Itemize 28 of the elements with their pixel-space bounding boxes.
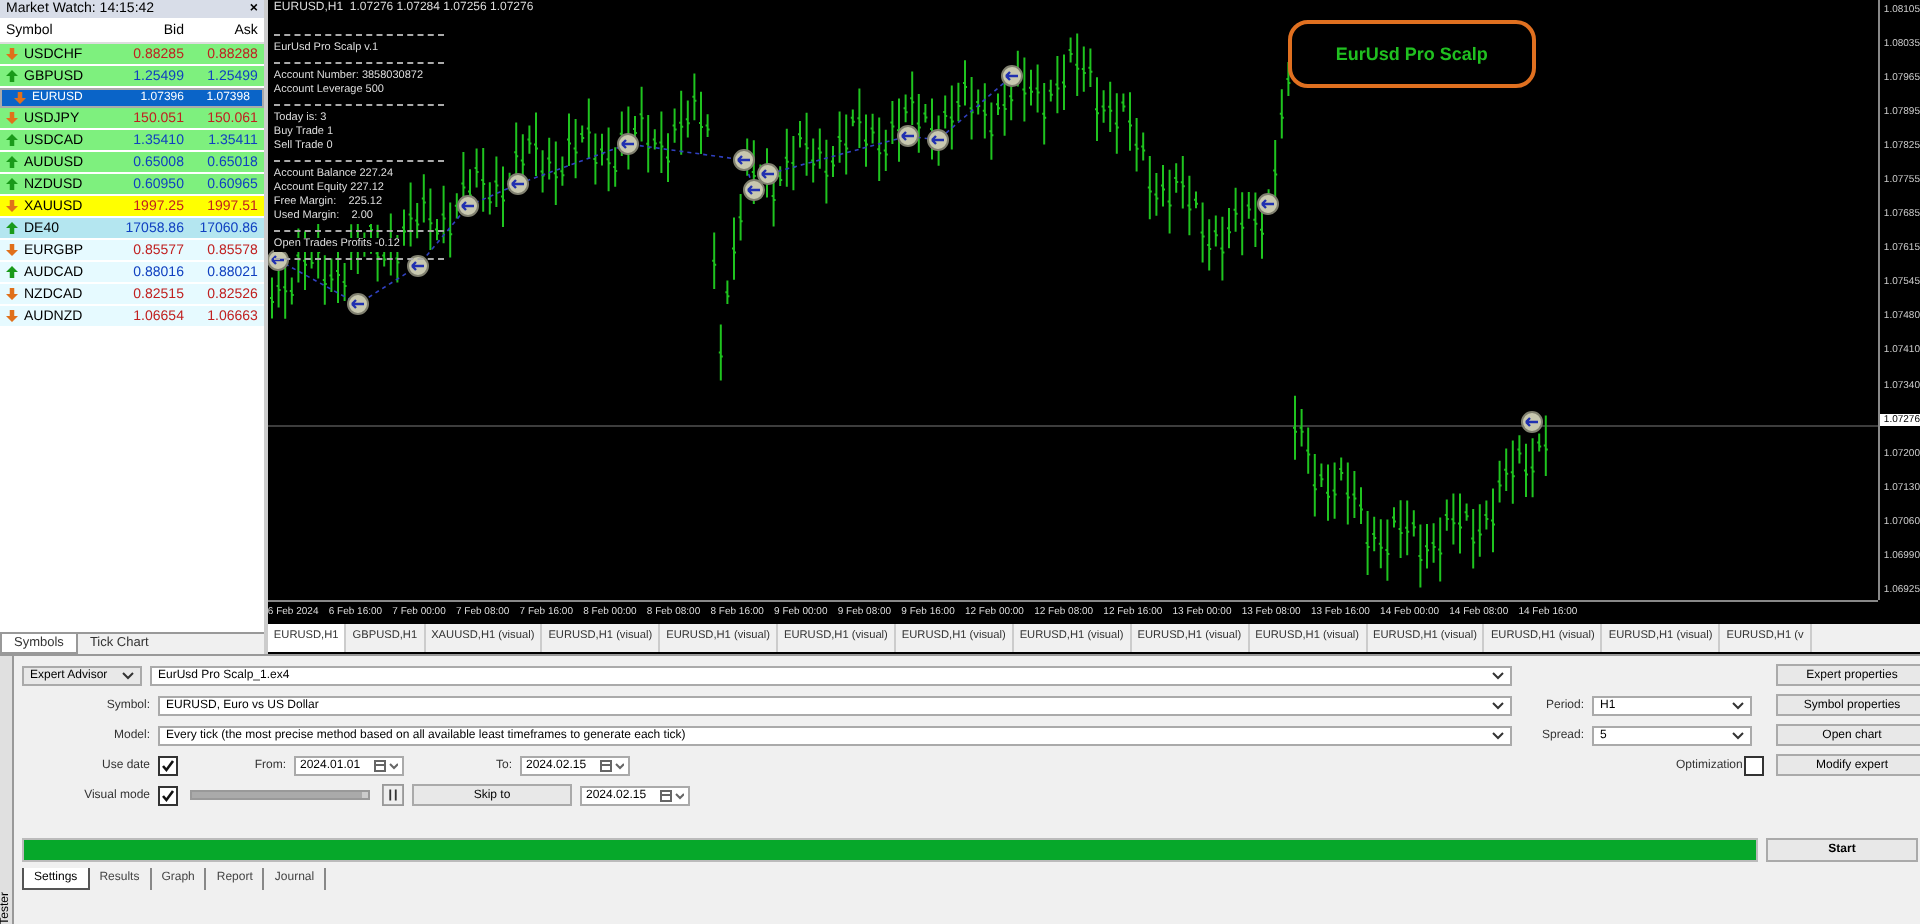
- trade-marker-icon: [506, 173, 529, 195]
- caret-icon: [122, 671, 134, 679]
- trade-marker-icon: [756, 163, 779, 185]
- checkbox[interactable]: [158, 785, 178, 805]
- trade-marker-icon: [896, 125, 919, 147]
- trade-marker-icon: [346, 293, 369, 315]
- checkbox[interactable]: [1744, 755, 1764, 775]
- caret-icon: [1732, 731, 1744, 739]
- caret-icon: [1732, 701, 1744, 709]
- trade-marker-icon: [406, 255, 429, 277]
- pause-icon[interactable]: [382, 784, 404, 806]
- title-badge: EurUsd Pro Scalp: [1287, 20, 1536, 88]
- trade-marker-icon: [456, 195, 479, 217]
- speed-slider[interactable]: [190, 790, 370, 800]
- trade-marker-icon: [926, 129, 949, 151]
- trade-marker-icon: [616, 133, 639, 155]
- calendar-icon: [600, 759, 624, 771]
- trade-marker-icon: [732, 149, 755, 171]
- trade-marker-icon: [1000, 65, 1023, 87]
- caret-icon: [1492, 701, 1504, 709]
- trade-marker-icon: [742, 179, 765, 201]
- checkbox[interactable]: [158, 755, 178, 775]
- trade-marker-icon: [1256, 193, 1279, 215]
- caret-icon: [1492, 671, 1504, 679]
- trade-marker-icon: [1520, 411, 1543, 433]
- caret-icon: [1492, 731, 1504, 739]
- calendar-icon: [374, 759, 398, 771]
- calendar-icon: [660, 789, 684, 801]
